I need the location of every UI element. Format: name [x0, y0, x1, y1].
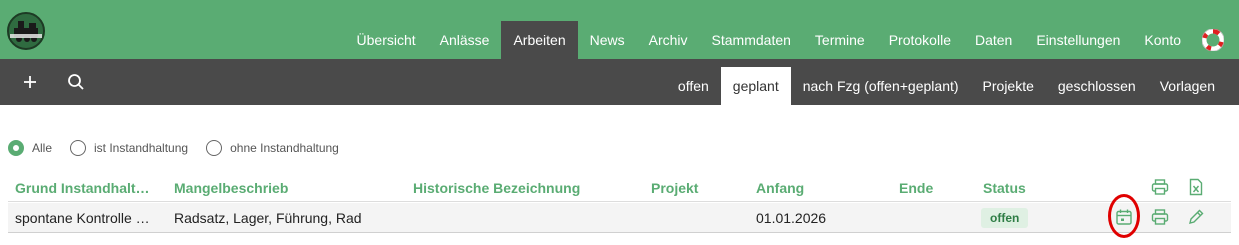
column-header-ende[interactable]: Ende	[899, 180, 933, 196]
nav-item-einstellungen[interactable]: Einstellungen	[1024, 21, 1132, 59]
column-header-grund[interactable]: Grund Instandhalt…	[15, 180, 150, 196]
radio-label: Alle	[32, 141, 53, 155]
edit-icon[interactable]	[1187, 208, 1205, 226]
cell-mangelbeschrieb: Radsatz, Lager, Führung, Rad	[174, 210, 362, 226]
nav-item-arbeiten[interactable]: Arbeiten	[501, 21, 578, 59]
excel-export-icon[interactable]	[1187, 178, 1205, 196]
lifebuoy-icon[interactable]	[1193, 21, 1233, 59]
column-header-anfang[interactable]: Anfang	[756, 180, 804, 196]
tab-nach-fzg[interactable]: nach Fzg (offen+geplant)	[791, 67, 971, 105]
table-header: Grund Instandhalt… Mangelbeschrieb Histo…	[8, 174, 1231, 202]
tab-vorlagen[interactable]: Vorlagen	[1148, 67, 1227, 105]
radio-button[interactable]	[70, 140, 87, 156]
cell-anfang: 01.01.2026	[756, 210, 827, 226]
nav-item-konto[interactable]: Konto	[1132, 21, 1193, 59]
highlight-circle	[1108, 194, 1140, 238]
status-badge: offen	[981, 208, 1029, 228]
filter-radio-ohne-instandhaltung[interactable]: ohne Instandhaltung	[206, 140, 339, 156]
column-header-historische-bezeichnung[interactable]: Historische Bezeichnung	[413, 180, 580, 196]
cell-grund: spontane Kontrolle …	[15, 210, 150, 226]
tab-offen[interactable]: offen	[666, 67, 721, 105]
sub-toolbar: offen geplant nach Fzg (offen+geplant) P…	[0, 59, 1239, 105]
radio-label: ist Instandhaltung	[94, 141, 189, 155]
status-tabs: offen geplant nach Fzg (offen+geplant) P…	[666, 67, 1227, 105]
column-header-projekt[interactable]: Projekt	[651, 180, 698, 196]
print-icon[interactable]	[1151, 208, 1169, 226]
radio-button[interactable]	[8, 140, 24, 156]
tab-projekte[interactable]: Projekte	[971, 67, 1046, 105]
nav-item-news[interactable]: News	[578, 21, 637, 59]
nav-item-archiv[interactable]: Archiv	[637, 21, 700, 59]
search-icon[interactable]	[66, 72, 86, 92]
radio-label: ohne Instandhaltung	[230, 141, 339, 155]
nav-item-protokolle[interactable]: Protokolle	[877, 21, 963, 59]
plus-icon[interactable]	[20, 72, 40, 92]
table-row[interactable]: spontane Kontrolle … Radsatz, Lager, Füh…	[8, 203, 1231, 233]
main-menu: Übersicht Anlässe Arbeiten News Archiv S…	[345, 21, 1239, 59]
tab-geplant[interactable]: geplant	[720, 67, 791, 105]
print-icon[interactable]	[1151, 178, 1169, 196]
top-navigation-bar: Übersicht Anlässe Arbeiten News Archiv S…	[0, 0, 1239, 59]
app-logo[interactable]	[4, 10, 48, 50]
filter-radio-ist-instandhaltung[interactable]: ist Instandhaltung	[70, 140, 188, 156]
radio-button[interactable]	[206, 140, 223, 156]
column-header-mangelbeschrieb[interactable]: Mangelbeschrieb	[174, 180, 288, 196]
tab-geschlossen[interactable]: geschlossen	[1046, 67, 1148, 105]
nav-item-anlaesse[interactable]: Anlässe	[428, 21, 502, 59]
filter-radio-alle[interactable]: Alle	[8, 140, 52, 156]
nav-item-uebersicht[interactable]: Übersicht	[345, 21, 428, 59]
maintenance-filter: Alle ist Instandhaltung ohne Instandhalt…	[8, 140, 357, 156]
nav-item-termine[interactable]: Termine	[803, 21, 877, 59]
nav-item-stammdaten[interactable]: Stammdaten	[700, 21, 803, 59]
column-header-status[interactable]: Status	[983, 180, 1026, 196]
nav-item-daten[interactable]: Daten	[963, 21, 1024, 59]
